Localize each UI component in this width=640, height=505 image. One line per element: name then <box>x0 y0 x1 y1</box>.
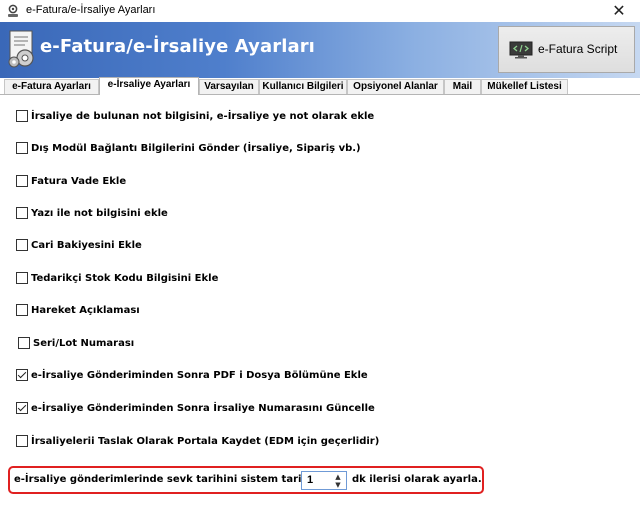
option-label: Seri/Lot Numarası <box>33 337 135 349</box>
sevk-minutes-stepper[interactable]: 1 ▲ ▼ <box>301 471 347 490</box>
efatura-script-label: e-Fatura Script <box>538 42 618 56</box>
app-gear-icon <box>8 4 18 17</box>
tab-varsayilan[interactable]: Varsayılan <box>199 79 259 94</box>
close-icon: ✕ <box>612 1 626 20</box>
option-tedarikci-stok[interactable]: Tedarikçi Stok Kodu Bilgisini Ekle <box>16 271 218 285</box>
checkbox-tedarikci-stok[interactable] <box>16 272 28 284</box>
option-label: Hareket Açıklaması <box>31 304 140 316</box>
option-cari-bakiye[interactable]: Cari Bakiyesini Ekle <box>16 238 142 252</box>
option-label: İrsaliye de bulunan not bilgisini, e-İrs… <box>31 110 375 122</box>
tab-opsiyonel-alanlar[interactable]: Opsiyonel Alanlar <box>347 79 444 94</box>
checkbox-numara-guncelle[interactable] <box>16 402 28 414</box>
option-label: Tedarikçi Stok Kodu Bilgisini Ekle <box>31 272 219 284</box>
title-bar: e-Fatura/e-İrsaliye Ayarları ✕ <box>0 0 640 22</box>
spin-down-icon[interactable]: ▼ <box>332 481 344 489</box>
header-banner: e-Fatura/e-İrsaliye Ayarları e-Fatura Sc… <box>0 22 640 78</box>
efatura-script-button[interactable]: e-Fatura Script <box>498 26 635 73</box>
option-label: Yazı ile not bilgisini ekle <box>31 207 168 219</box>
checkbox-cari-bakiye[interactable] <box>16 239 28 251</box>
option-not-bilgisi[interactable]: İrsaliye de bulunan not bilgisini, e-İrs… <box>16 109 374 123</box>
banner-title: e-Fatura/e-İrsaliye Ayarları <box>40 36 315 57</box>
option-label: İrsaliyelerii Taslak Olarak Portala Kayd… <box>31 435 380 447</box>
option-hareket-aciklamasi[interactable]: Hareket Açıklaması <box>16 303 140 317</box>
option-label: Fatura Vade Ekle <box>31 175 127 187</box>
settings-document-icon <box>8 30 34 68</box>
tab-eirsaliye-ayarlari[interactable]: e-İrsaliye Ayarları <box>99 77 199 95</box>
option-label: e-İrsaliye Gönderiminden Sonra PDF i Dos… <box>31 369 368 381</box>
checkbox-taslak-portala[interactable] <box>16 435 28 447</box>
checkbox-fatura-vade[interactable] <box>16 175 28 187</box>
option-yazi-not[interactable]: Yazı ile not bilgisini ekle <box>16 206 168 220</box>
option-fatura-vade[interactable]: Fatura Vade Ekle <box>16 174 126 188</box>
tab-mukellef-listesi[interactable]: Mükellef Listesi <box>481 79 568 94</box>
tab-kullanici-bilgileri[interactable]: Kullanıcı Bilgileri <box>259 79 347 94</box>
tab-divider <box>0 94 640 95</box>
option-label: e-İrsaliye Gönderiminden Sonra İrsaliye … <box>31 402 375 414</box>
code-monitor-icon <box>509 41 533 59</box>
option-label: Dış Modül Bağlantı Bilgilerini Gönder (İ… <box>31 142 361 154</box>
checkbox-hareket-aciklamasi[interactable] <box>16 304 28 316</box>
option-pdf-dosya[interactable]: e-İrsaliye Gönderiminden Sonra PDF i Dos… <box>16 368 368 382</box>
sevk-suffix-label: dk ilerisi olarak ayarla. <box>352 474 482 485</box>
sevk-label: e-İrsaliye gönderimlerinde sevk tarihini… <box>14 474 330 485</box>
checkbox-dis-modul[interactable] <box>16 142 28 154</box>
spin-up-icon[interactable]: ▲ <box>332 473 344 481</box>
checkbox-not-bilgisi[interactable] <box>16 110 28 122</box>
tab-efatura-ayarlari[interactable]: e-Fatura Ayarları <box>4 79 99 94</box>
option-numara-guncelle[interactable]: e-İrsaliye Gönderiminden Sonra İrsaliye … <box>16 401 375 415</box>
checkbox-yazi-not[interactable] <box>16 207 28 219</box>
sevk-minutes-value[interactable]: 1 <box>307 474 313 486</box>
option-dis-modul[interactable]: Dış Modül Bağlantı Bilgilerini Gönder (İ… <box>16 141 361 155</box>
close-button[interactable]: ✕ <box>604 0 634 22</box>
tab-strip: e-Fatura Ayarları e-İrsaliye Ayarları Va… <box>0 77 640 95</box>
checkbox-pdf-dosya[interactable] <box>16 369 28 381</box>
option-seri-lot[interactable]: Seri/Lot Numarası <box>18 336 134 350</box>
tab-mail[interactable]: Mail <box>444 79 481 94</box>
option-label: Cari Bakiyesini Ekle <box>31 239 142 251</box>
checkbox-seri-lot[interactable] <box>18 337 30 349</box>
window-title: e-Fatura/e-İrsaliye Ayarları <box>26 4 156 16</box>
option-taslak-portala[interactable]: İrsaliyelerii Taslak Olarak Portala Kayd… <box>16 434 379 448</box>
